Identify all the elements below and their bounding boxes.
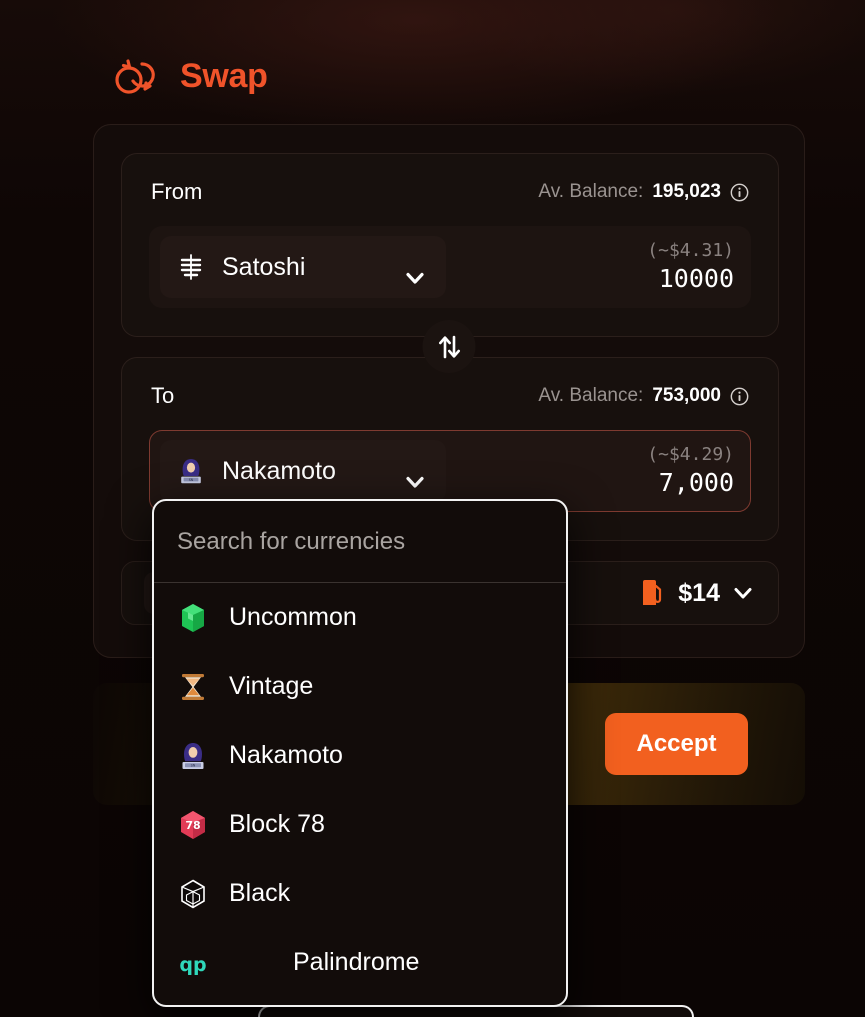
gas-fee-amount: $14 bbox=[678, 578, 720, 607]
arrows-up-down-icon bbox=[434, 332, 464, 362]
svg-text:qp: qp bbox=[179, 954, 206, 976]
list-item[interactable]: Vintage bbox=[154, 652, 566, 721]
swap-direction-button[interactable] bbox=[422, 320, 476, 373]
gas-pump-icon bbox=[640, 578, 666, 608]
to-balance-value: 753,000 bbox=[652, 385, 721, 406]
teal-qp-icon: qp bbox=[177, 947, 209, 979]
list-item[interactable]: Uncommon bbox=[154, 583, 566, 652]
list-item[interactable]: qp Palindrome bbox=[154, 928, 566, 997]
green-gem-icon bbox=[177, 602, 209, 634]
to-amount-value: 7,000 bbox=[658, 467, 734, 497]
swap-screen: Swap From Av. Balance: 195,023 Satoshi (… bbox=[0, 0, 865, 1017]
svg-text:SN: SN bbox=[191, 763, 196, 767]
hourglass-icon bbox=[177, 671, 209, 703]
from-amount-usd: (~$4.31) bbox=[647, 240, 734, 262]
list-item-label: Uncommon bbox=[229, 603, 357, 631]
from-label: From bbox=[151, 179, 203, 204]
from-panel-header: From Av. Balance: 195,023 bbox=[151, 178, 749, 206]
to-balance: Av. Balance: 753,000 bbox=[538, 385, 749, 407]
to-panel-header: To Av. Balance: 753,000 bbox=[151, 382, 749, 410]
page-header: Swap bbox=[112, 52, 268, 100]
from-amount[interactable]: (~$4.31) 10000 bbox=[647, 240, 734, 294]
white-outline-gem-icon bbox=[177, 878, 209, 910]
list-item-label: Palindrome bbox=[293, 948, 420, 976]
info-circle-icon[interactable] bbox=[730, 387, 749, 406]
from-panel: From Av. Balance: 195,023 Satoshi (~$4.3… bbox=[121, 153, 779, 337]
currency-dropdown: Uncommon Vintage bbox=[152, 499, 568, 1007]
to-label: To bbox=[151, 383, 175, 408]
list-item-label: Nakamoto bbox=[229, 741, 343, 769]
to-amount[interactable]: (~$4.29) 7,000 bbox=[647, 444, 734, 498]
to-token-name: Nakamoto bbox=[222, 456, 336, 485]
svg-text:78: 78 bbox=[185, 819, 200, 832]
from-token-row: Satoshi (~$4.31) 10000 bbox=[149, 226, 751, 308]
currency-search-row bbox=[154, 501, 566, 583]
from-amount-value: 10000 bbox=[658, 263, 734, 293]
svg-text:SN: SN bbox=[189, 478, 194, 482]
list-item-label: Vintage bbox=[229, 672, 314, 700]
swap-circular-arrows-icon bbox=[112, 52, 160, 100]
list-item[interactable]: Black bbox=[154, 859, 566, 928]
abacus-icon bbox=[176, 252, 206, 282]
to-balance-label: Av. Balance: bbox=[538, 385, 644, 406]
to-amount-usd: (~$4.29) bbox=[647, 444, 734, 466]
accept-button[interactable]: Accept bbox=[605, 713, 748, 775]
gas-fee-group[interactable]: $14 bbox=[640, 578, 754, 608]
page-title: Swap bbox=[180, 56, 268, 95]
from-balance-value: 195,023 bbox=[652, 181, 721, 202]
chevron-down-icon[interactable] bbox=[732, 582, 754, 604]
list-item[interactable]: SN Nakamoto bbox=[154, 721, 566, 790]
to-token-select[interactable]: SN Nakamoto bbox=[160, 440, 446, 502]
from-token-name: Satoshi bbox=[222, 252, 306, 281]
list-item[interactable]: 78 Block 78 bbox=[154, 790, 566, 859]
red-d20-78-icon: 78 bbox=[177, 809, 209, 841]
hooded-person-laptop-icon: SN bbox=[176, 456, 206, 486]
currency-search-input[interactable] bbox=[177, 527, 543, 556]
currency-list[interactable]: Uncommon Vintage SN Nakamoto 78 Block 78… bbox=[154, 583, 566, 1005]
hooded-person-laptop-icon: SN bbox=[177, 740, 209, 772]
from-balance: Av. Balance: 195,023 bbox=[538, 181, 749, 203]
from-token-select[interactable]: Satoshi bbox=[160, 236, 446, 298]
from-balance-label: Av. Balance: bbox=[538, 181, 644, 202]
list-item-label: Black bbox=[229, 879, 291, 907]
info-circle-icon[interactable] bbox=[730, 183, 749, 202]
list-item-label: Block 78 bbox=[229, 810, 325, 838]
